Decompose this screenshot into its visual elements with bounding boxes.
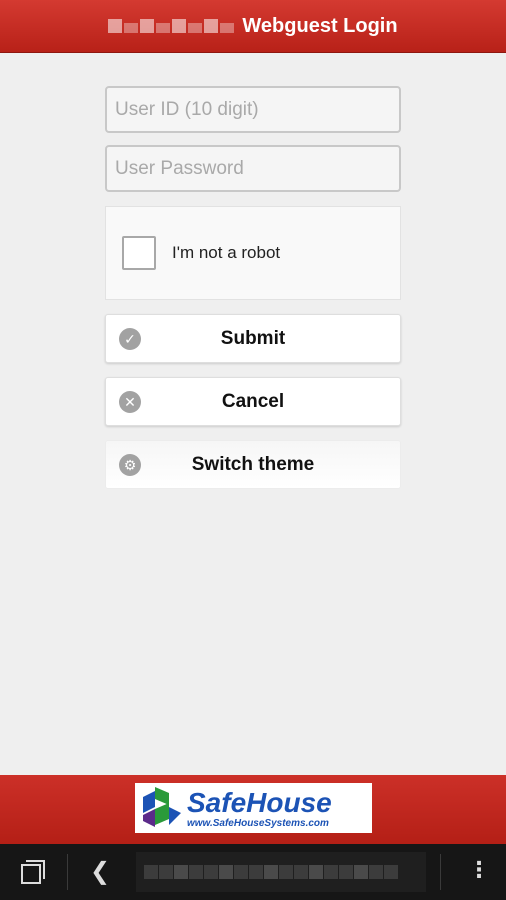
browser-navbar: ❮ ⋮	[0, 844, 506, 900]
submit-label: Submit	[220, 327, 286, 349]
multitask-icon[interactable]	[20, 859, 46, 885]
redacted-text	[108, 19, 236, 33]
user-id-input[interactable]	[105, 86, 401, 133]
login-form: I'm not a robot ✓ Submit ✕ Cancel ⚙ Swit…	[105, 86, 401, 489]
logo-url: www.SafeHouseSystems.com	[187, 817, 329, 829]
safehouse-logo[interactable]: SafeHouse www.SafeHouseSystems.com	[135, 783, 372, 833]
nav-divider	[440, 854, 441, 890]
password-input[interactable]	[105, 145, 401, 192]
captcha-checkbox[interactable]	[122, 236, 156, 270]
switch-theme-button[interactable]: ⚙ Switch theme	[105, 440, 401, 489]
logo-name: SafeHouse	[187, 786, 332, 818]
cancel-button[interactable]: ✕ Cancel	[105, 377, 401, 426]
captcha-label: I'm not a robot	[172, 243, 281, 262]
app-footer: SafeHouse www.SafeHouseSystems.com	[0, 775, 506, 844]
page-title: Webguest Login	[242, 14, 398, 37]
check-circle-icon: ✓	[119, 328, 141, 350]
safehouse-logo-mark-icon	[143, 787, 181, 827]
switch-theme-label: Switch theme	[191, 453, 315, 475]
recaptcha-widget: I'm not a robot	[105, 206, 401, 300]
cancel-label: Cancel	[221, 390, 285, 412]
app-header: Webguest Login	[0, 0, 506, 53]
gear-icon: ⚙	[119, 454, 141, 476]
nav-divider	[67, 854, 68, 890]
address-bar[interactable]	[136, 852, 426, 892]
submit-button[interactable]: ✓ Submit	[105, 314, 401, 363]
chevron-left-icon[interactable]: ❮	[90, 857, 110, 886]
x-circle-icon: ✕	[119, 391, 141, 413]
overflow-menu-icon[interactable]: ⋮	[468, 857, 490, 883]
